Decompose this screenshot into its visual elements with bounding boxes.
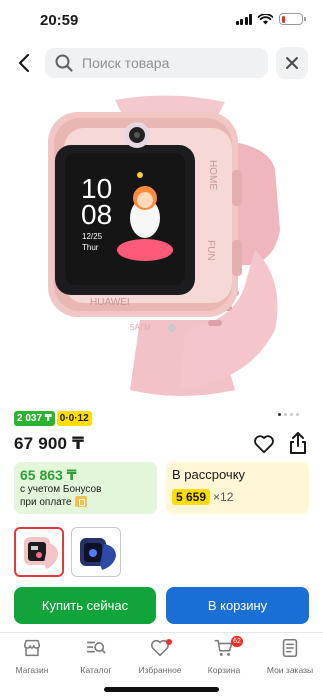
status-bar: 20:59 <box>0 0 323 40</box>
share-icon <box>290 432 306 454</box>
status-icons <box>235 13 306 25</box>
installment-badge: 0·0·12 <box>56 411 92 426</box>
tab-shop[interactable]: Магазин <box>0 637 64 675</box>
product-image[interactable]: 10 08 12/25 Thur HOME FUN HUAWEI 5ATM <box>20 90 310 400</box>
tab-orders-label: Мои заказы <box>266 665 314 675</box>
pink-watch-thumbnail <box>24 537 58 569</box>
smartwatch-illustration: 10 08 12/25 Thur HOME FUN HUAWEI 5ATM <box>48 95 280 396</box>
close-search-button[interactable] <box>276 47 308 79</box>
catalog-icon <box>86 641 106 654</box>
tab-favorites[interactable]: Избранное <box>128 637 192 675</box>
promo-badges: 2 037 ₸ 0·0·12 <box>14 411 92 426</box>
orders-icon <box>282 638 298 658</box>
shop-icon <box>23 639 41 657</box>
svg-text:HOME: HOME <box>207 160 218 190</box>
bonus-coin-icon <box>74 496 87 507</box>
home-indicator <box>104 687 219 692</box>
bonus-badge: 2 037 ₸ <box>14 411 55 426</box>
share-button[interactable] <box>287 431 309 455</box>
gallery-dot[interactable] <box>296 413 299 416</box>
cart-count-badge: 62 <box>231 636 243 647</box>
svg-text:12/25: 12/25 <box>82 232 103 241</box>
svg-text:Thur: Thur <box>82 243 99 252</box>
product-price: 67 900 ₸ <box>14 434 85 453</box>
status-time: 20:59 <box>40 12 79 29</box>
bonus-price: 65 863 ₸ <box>20 467 77 483</box>
tab-shop-label: Магазин <box>15 665 49 675</box>
tab-catalog-label: Каталог <box>80 665 112 675</box>
signal-icon <box>235 13 252 25</box>
svg-text:08: 08 <box>81 199 112 230</box>
tab-orders[interactable]: Мои заказы <box>258 637 322 675</box>
buy-now-button[interactable]: Купить сейчас <box>14 587 156 624</box>
bonus-caption-line1: с учетом Бонусов <box>20 484 102 495</box>
back-button[interactable] <box>12 50 36 76</box>
chevron-left-icon <box>18 53 30 73</box>
bonus-price-card[interactable]: 65 863 ₸ с учетом Бонусов при оплате <box>14 462 157 514</box>
bonus-caption-line2: при оплате <box>20 497 72 508</box>
gallery-dot[interactable] <box>284 413 287 416</box>
search-placeholder: Поиск товара <box>82 55 170 71</box>
variant-thumb-pink[interactable] <box>14 527 64 577</box>
tab-cart[interactable]: 62 Корзина <box>192 636 256 675</box>
heart-icon <box>254 435 274 454</box>
gallery-dot[interactable] <box>278 413 281 416</box>
installment-amount: 5 659 <box>172 489 211 505</box>
svg-text:5ATM: 5ATM <box>130 323 151 332</box>
favorite-button[interactable] <box>253 433 275 455</box>
installment-card[interactable]: В рассрочку 5 659 ×12 <box>166 462 309 514</box>
variant-thumb-blue[interactable] <box>71 527 121 577</box>
tab-catalog[interactable]: Каталог <box>64 637 128 675</box>
svg-text:FUN: FUN <box>205 240 216 261</box>
search-input[interactable]: Поиск товара <box>45 48 268 78</box>
add-to-cart-button[interactable]: В корзину <box>166 587 309 624</box>
favorites-notification-dot <box>166 639 172 645</box>
installment-title: В рассрочку <box>172 467 246 482</box>
close-icon <box>286 57 298 69</box>
search-icon <box>55 54 73 72</box>
blue-watch-thumbnail <box>80 538 116 570</box>
tab-cart-label: Корзина <box>207 665 241 675</box>
wifi-icon <box>258 13 273 24</box>
gallery-pagination <box>278 413 299 416</box>
installment-multiplier: ×12 <box>213 490 234 504</box>
battery-icon <box>279 13 306 25</box>
tab-favorites-label: Избранное <box>138 665 182 675</box>
svg-text:HUAWEI: HUAWEI <box>90 297 130 308</box>
gallery-dot[interactable] <box>290 413 293 416</box>
search-header: Поиск товара <box>0 45 323 81</box>
